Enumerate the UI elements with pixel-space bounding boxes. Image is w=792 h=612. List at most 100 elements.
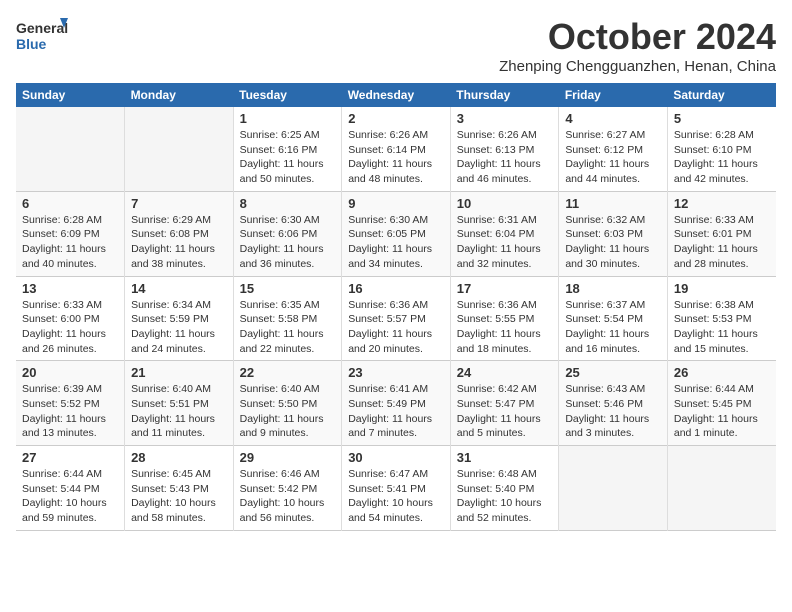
day-detail: Sunrise: 6:33 AMSunset: 6:01 PMDaylight:… [674,213,770,272]
day-detail: Sunrise: 6:28 AMSunset: 6:09 PMDaylight:… [22,213,118,272]
day-number: 7 [131,196,227,211]
calendar-cell: 22 Sunrise: 6:40 AMSunset: 5:50 PMDaylig… [233,361,342,446]
day-number: 26 [674,365,770,380]
calendar-cell: 10 Sunrise: 6:31 AMSunset: 6:04 PMDaylig… [450,191,559,276]
calendar-cell: 25 Sunrise: 6:43 AMSunset: 5:46 PMDaylig… [559,361,668,446]
calendar-week-row: 13 Sunrise: 6:33 AMSunset: 6:00 PMDaylig… [16,276,776,361]
day-detail: Sunrise: 6:33 AMSunset: 6:00 PMDaylight:… [22,298,118,357]
day-detail: Sunrise: 6:44 AMSunset: 5:45 PMDaylight:… [674,382,770,441]
day-number: 6 [22,196,118,211]
calendar-cell: 15 Sunrise: 6:35 AMSunset: 5:58 PMDaylig… [233,276,342,361]
day-number: 22 [240,365,336,380]
calendar-cell: 24 Sunrise: 6:42 AMSunset: 5:47 PMDaylig… [450,361,559,446]
day-detail: Sunrise: 6:27 AMSunset: 6:12 PMDaylight:… [565,128,661,187]
day-detail: Sunrise: 6:30 AMSunset: 6:05 PMDaylight:… [348,213,444,272]
day-number: 28 [131,450,227,465]
calendar-cell: 26 Sunrise: 6:44 AMSunset: 5:45 PMDaylig… [667,361,776,446]
day-number: 30 [348,450,444,465]
day-number: 2 [348,111,444,126]
day-detail: Sunrise: 6:36 AMSunset: 5:55 PMDaylight:… [457,298,553,357]
calendar-week-row: 1 Sunrise: 6:25 AMSunset: 6:16 PMDayligh… [16,107,776,191]
day-number: 9 [348,196,444,211]
calendar-header-row: Sunday Monday Tuesday Wednesday Thursday… [16,83,776,107]
calendar-cell: 27 Sunrise: 6:44 AMSunset: 5:44 PMDaylig… [16,446,125,531]
calendar-cell: 28 Sunrise: 6:45 AMSunset: 5:43 PMDaylig… [125,446,234,531]
header-wednesday: Wednesday [342,83,451,107]
calendar-cell: 3 Sunrise: 6:26 AMSunset: 6:13 PMDayligh… [450,107,559,191]
day-number: 14 [131,281,227,296]
day-detail: Sunrise: 6:26 AMSunset: 6:13 PMDaylight:… [457,128,553,187]
day-number: 5 [674,111,770,126]
day-number: 4 [565,111,661,126]
calendar-cell: 31 Sunrise: 6:48 AMSunset: 5:40 PMDaylig… [450,446,559,531]
day-number: 29 [240,450,336,465]
day-detail: Sunrise: 6:25 AMSunset: 6:16 PMDaylight:… [240,128,336,187]
day-detail: Sunrise: 6:30 AMSunset: 6:06 PMDaylight:… [240,213,336,272]
day-number: 31 [457,450,553,465]
day-number: 16 [348,281,444,296]
calendar-cell: 20 Sunrise: 6:39 AMSunset: 5:52 PMDaylig… [16,361,125,446]
calendar-cell [16,107,125,191]
day-detail: Sunrise: 6:45 AMSunset: 5:43 PMDaylight:… [131,467,227,526]
day-detail: Sunrise: 6:48 AMSunset: 5:40 PMDaylight:… [457,467,553,526]
calendar-cell: 2 Sunrise: 6:26 AMSunset: 6:14 PMDayligh… [342,107,451,191]
month-title: October 2024 [499,16,776,58]
day-number: 13 [22,281,118,296]
calendar-cell: 9 Sunrise: 6:30 AMSunset: 6:05 PMDayligh… [342,191,451,276]
day-number: 17 [457,281,553,296]
logo-svg: General Blue [16,16,68,54]
calendar-table: Sunday Monday Tuesday Wednesday Thursday… [16,83,776,531]
calendar-cell: 1 Sunrise: 6:25 AMSunset: 6:16 PMDayligh… [233,107,342,191]
day-detail: Sunrise: 6:35 AMSunset: 5:58 PMDaylight:… [240,298,336,357]
page-header: General Blue October 2024 Zhenping Cheng… [16,16,776,75]
header-monday: Monday [125,83,234,107]
day-detail: Sunrise: 6:32 AMSunset: 6:03 PMDaylight:… [565,213,661,272]
calendar-cell: 21 Sunrise: 6:40 AMSunset: 5:51 PMDaylig… [125,361,234,446]
day-number: 25 [565,365,661,380]
calendar-cell: 13 Sunrise: 6:33 AMSunset: 6:00 PMDaylig… [16,276,125,361]
calendar-cell: 16 Sunrise: 6:36 AMSunset: 5:57 PMDaylig… [342,276,451,361]
day-number: 12 [674,196,770,211]
calendar-cell: 7 Sunrise: 6:29 AMSunset: 6:08 PMDayligh… [125,191,234,276]
header-friday: Friday [559,83,668,107]
calendar-cell: 8 Sunrise: 6:30 AMSunset: 6:06 PMDayligh… [233,191,342,276]
day-number: 23 [348,365,444,380]
day-number: 18 [565,281,661,296]
day-detail: Sunrise: 6:28 AMSunset: 6:10 PMDaylight:… [674,128,770,187]
calendar-cell [559,446,668,531]
header-tuesday: Tuesday [233,83,342,107]
calendar-cell: 14 Sunrise: 6:34 AMSunset: 5:59 PMDaylig… [125,276,234,361]
header-thursday: Thursday [450,83,559,107]
day-detail: Sunrise: 6:44 AMSunset: 5:44 PMDaylight:… [22,467,118,526]
day-detail: Sunrise: 6:37 AMSunset: 5:54 PMDaylight:… [565,298,661,357]
calendar-cell: 11 Sunrise: 6:32 AMSunset: 6:03 PMDaylig… [559,191,668,276]
calendar-cell: 29 Sunrise: 6:46 AMSunset: 5:42 PMDaylig… [233,446,342,531]
day-number: 15 [240,281,336,296]
day-detail: Sunrise: 6:36 AMSunset: 5:57 PMDaylight:… [348,298,444,357]
calendar-week-row: 20 Sunrise: 6:39 AMSunset: 5:52 PMDaylig… [16,361,776,446]
calendar-cell: 19 Sunrise: 6:38 AMSunset: 5:53 PMDaylig… [667,276,776,361]
header-saturday: Saturday [667,83,776,107]
day-number: 20 [22,365,118,380]
day-number: 27 [22,450,118,465]
day-number: 19 [674,281,770,296]
day-detail: Sunrise: 6:40 AMSunset: 5:51 PMDaylight:… [131,382,227,441]
day-detail: Sunrise: 6:43 AMSunset: 5:46 PMDaylight:… [565,382,661,441]
day-detail: Sunrise: 6:41 AMSunset: 5:49 PMDaylight:… [348,382,444,441]
calendar-cell: 17 Sunrise: 6:36 AMSunset: 5:55 PMDaylig… [450,276,559,361]
calendar-cell [667,446,776,531]
header-sunday: Sunday [16,83,125,107]
day-number: 10 [457,196,553,211]
calendar-cell: 12 Sunrise: 6:33 AMSunset: 6:01 PMDaylig… [667,191,776,276]
svg-text:Blue: Blue [16,36,47,52]
day-number: 11 [565,196,661,211]
calendar-week-row: 27 Sunrise: 6:44 AMSunset: 5:44 PMDaylig… [16,446,776,531]
day-detail: Sunrise: 6:47 AMSunset: 5:41 PMDaylight:… [348,467,444,526]
day-detail: Sunrise: 6:34 AMSunset: 5:59 PMDaylight:… [131,298,227,357]
day-number: 3 [457,111,553,126]
calendar-cell: 30 Sunrise: 6:47 AMSunset: 5:41 PMDaylig… [342,446,451,531]
day-detail: Sunrise: 6:40 AMSunset: 5:50 PMDaylight:… [240,382,336,441]
day-number: 1 [240,111,336,126]
day-detail: Sunrise: 6:31 AMSunset: 6:04 PMDaylight:… [457,213,553,272]
location: Zhenping Chengguanzhen, Henan, China [499,58,776,75]
